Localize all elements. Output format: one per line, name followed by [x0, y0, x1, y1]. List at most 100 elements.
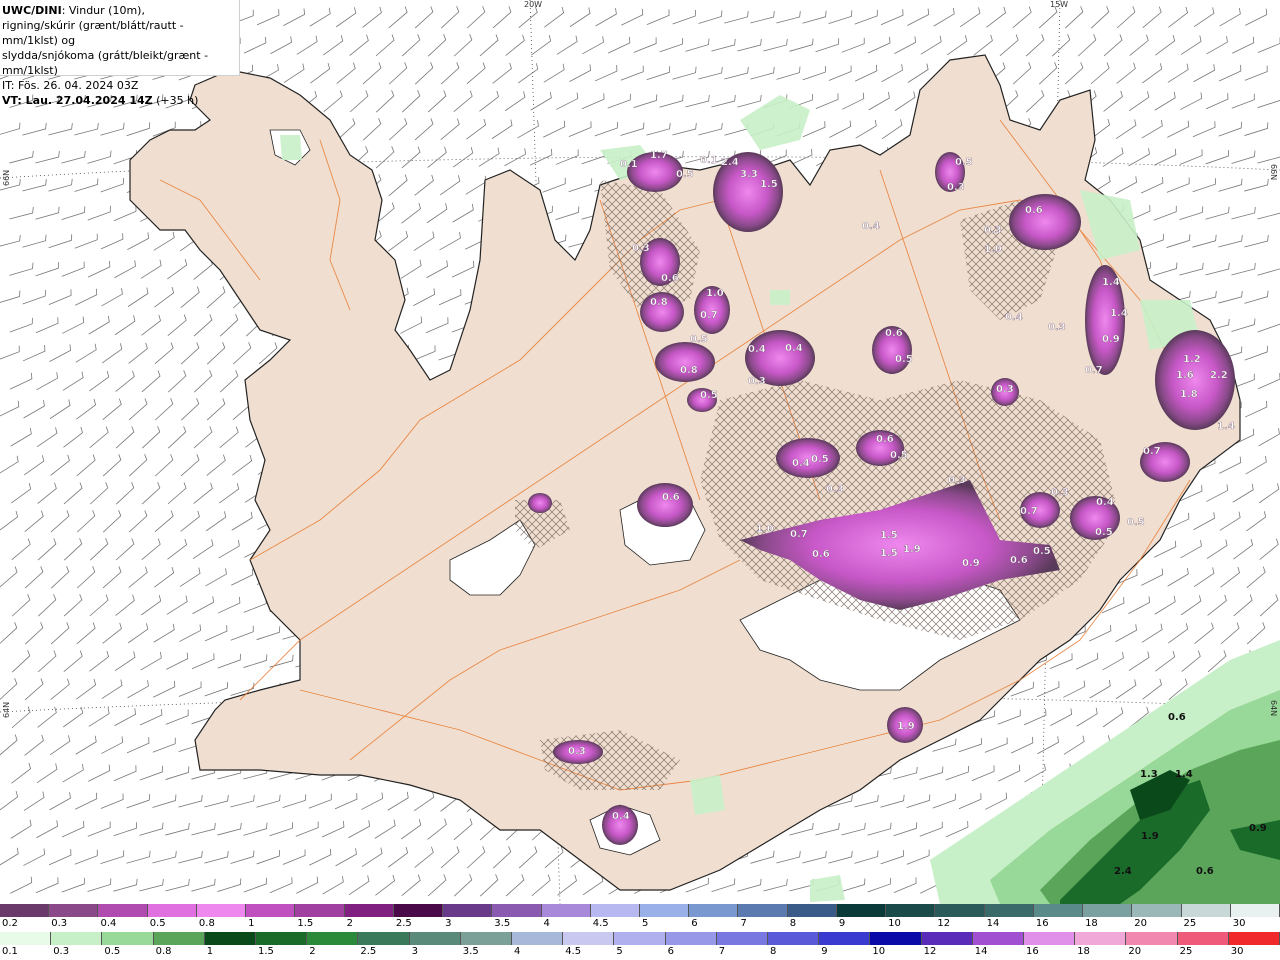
wind-barb: [1244, 400, 1268, 418]
wind-barb: [1023, 709, 1047, 726]
wind-barb: [1257, 268, 1280, 276]
wind-barb: [166, 652, 189, 670]
wind-barb: [11, 538, 31, 561]
wind-barb: [907, 63, 929, 83]
wind-barb: [1218, 178, 1243, 192]
scale-bin-label: 20: [1134, 918, 1148, 929]
wind-barb: [1258, 483, 1280, 504]
wind-barb: [919, 766, 944, 780]
scale-bin-label: 1: [248, 918, 255, 929]
wind-barb: [893, 766, 918, 780]
wind-barb: [231, 511, 253, 531]
wind-barb: [76, 622, 96, 645]
wind-barb: [115, 594, 135, 616]
wind-barb: [74, 849, 98, 865]
wind-barb: [141, 314, 161, 336]
wind-barb: [531, 35, 552, 56]
wind-barb: [362, 62, 382, 85]
precip-value-label: 0.4: [785, 343, 803, 354]
wind-barb: [1179, 262, 1204, 276]
wind-barb: [1244, 178, 1269, 192]
scale-bin: [0, 904, 50, 917]
wind-barb: [63, 426, 83, 448]
wind-barb: [1025, 90, 1045, 113]
wind-barb: [230, 850, 255, 864]
wind-barb: [1077, 34, 1097, 57]
wind-barb: [205, 568, 227, 587]
wind-barb: [50, 622, 70, 645]
wind-barb: [711, 38, 736, 52]
wind-barb: [1218, 64, 1242, 82]
wind-barb: [1142, 63, 1163, 84]
wind-barb: [698, 66, 723, 80]
wind-barb: [466, 118, 487, 140]
rain-color-scale: [0, 932, 1280, 946]
wind-barb: [1103, 34, 1123, 57]
wind-barb: [1231, 93, 1255, 109]
wind-barb: [141, 426, 161, 449]
wind-barb: [126, 122, 151, 137]
wind-barb: [232, 454, 253, 476]
scale-bin-label: 14: [974, 946, 988, 957]
wind-barb: [595, 8, 617, 27]
init-time: IT: Fös. 26. 04. 2024 03Z: [2, 79, 139, 92]
wind-barb: [439, 175, 461, 196]
scale-bin: [204, 932, 256, 945]
wind-barb: [141, 538, 161, 561]
wind-barb: [180, 510, 200, 532]
wind-barb: [152, 850, 177, 864]
precip-value-label: 0.6: [1025, 205, 1043, 216]
precip-value-label: 1.4: [1175, 769, 1193, 780]
wind-barb: [154, 454, 174, 477]
wind-barb: [425, 317, 449, 334]
wind-barb: [362, 118, 382, 141]
wind-barb: [659, 38, 684, 53]
precip-value-label: 0.3: [748, 376, 766, 387]
scale-bin: [246, 904, 296, 917]
wind-barb: [128, 566, 148, 588]
scale-bin: [787, 904, 837, 917]
scale-bin-label: 5: [616, 946, 623, 957]
wind-barb: [401, 819, 422, 840]
wind-barb: [179, 567, 201, 587]
wind-barb: [1192, 121, 1216, 138]
precip-value-label: 0.7: [790, 529, 808, 540]
precip-value-label: 3.3: [740, 169, 758, 180]
wind-barb: [165, 709, 189, 725]
precip-value-label: 0.5: [811, 454, 829, 465]
wind-barb: [62, 316, 85, 334]
scale-bin-label: 12: [937, 918, 951, 929]
wind-barb: [100, 122, 125, 136]
wind-barb: [114, 315, 136, 336]
title-line3: slydda/snjókoma (grátt/bleikt/grænt - mm…: [2, 49, 209, 77]
scale-bin: [541, 904, 591, 917]
wind-barb: [11, 706, 31, 729]
wind-barb: [219, 370, 239, 393]
wind-barb: [191, 653, 215, 670]
wind-barb: [375, 146, 395, 169]
wind-barb: [815, 823, 840, 836]
wind-barb: [178, 681, 202, 697]
wind-barb: [414, 62, 434, 85]
wind-barb: [737, 94, 762, 108]
wind-barb: [582, 875, 604, 896]
precip-value-label: 0.3: [996, 384, 1014, 395]
wind-barb: [413, 231, 435, 251]
wind-barb: [724, 10, 749, 24]
wind-barb: [452, 203, 474, 223]
wind-barb: [139, 708, 163, 726]
wind-barb: [607, 93, 631, 109]
wind-barb: [1207, 594, 1227, 616]
wind-barb: [984, 737, 1008, 753]
wind-barb: [802, 66, 827, 81]
wind-barb: [22, 345, 46, 362]
scale-bin: [1024, 932, 1076, 945]
wind-barb: [11, 594, 31, 617]
wind-barb: [127, 680, 149, 699]
precip-value-label: 0.7: [700, 310, 718, 321]
precip-value-label: 2.4: [1114, 866, 1132, 877]
wind-barb: [323, 90, 343, 113]
scale-bin-label: 3: [411, 946, 418, 957]
wind-barb: [75, 735, 97, 755]
scale-bin: [984, 904, 1034, 917]
